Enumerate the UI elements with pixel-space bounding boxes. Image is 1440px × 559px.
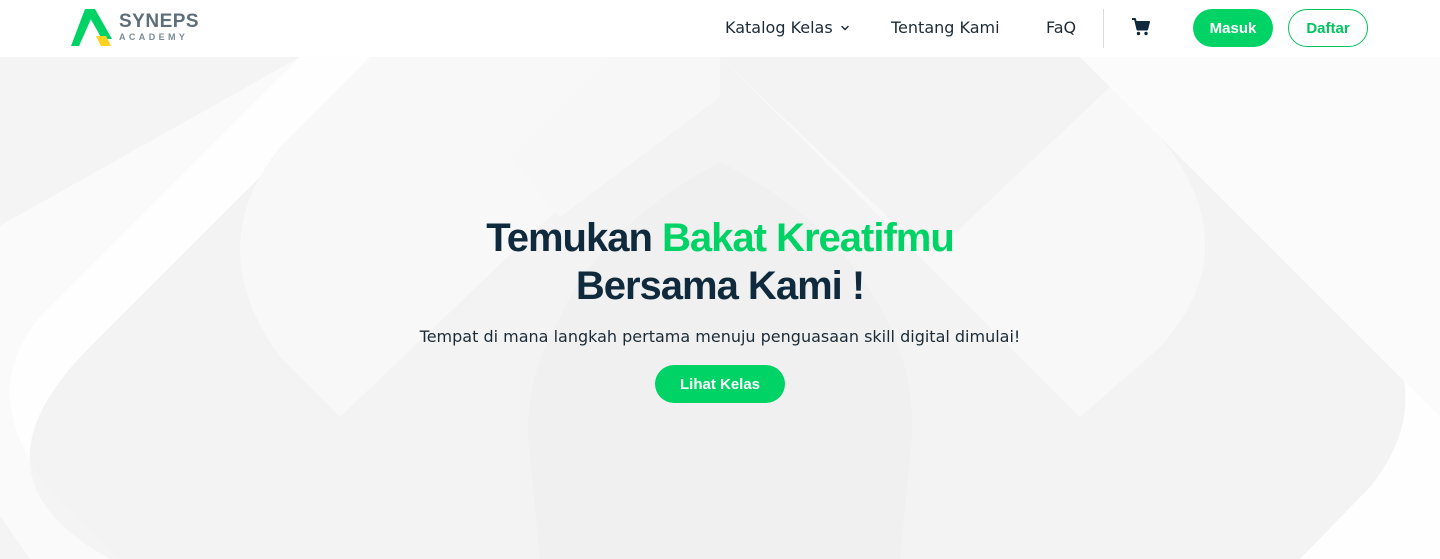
hero-section: Temukan Bakat Kreatifmu Bersama Kami ! T… (0, 57, 1440, 559)
logo-subname: ACADEMY (119, 32, 189, 42)
nav-tentang-kami[interactable]: Tentang Kami (891, 17, 1000, 39)
syneps-logo[interactable]: SYNEPS ACADEMY (71, 9, 199, 47)
nav-katalog-label: Katalog Kelas (725, 18, 833, 37)
logo-name: SYNEPS (119, 11, 200, 32)
masuk-button[interactable]: Masuk (1193, 9, 1273, 47)
hero-subtitle: Tempat di mana langkah pertama menuju pe… (419, 327, 1021, 346)
nav-katalog-kelas[interactable]: Katalog Kelas (725, 17, 850, 39)
nav-divider (1103, 9, 1104, 48)
hero-title-line2: Bersama Kami ! (575, 264, 865, 308)
daftar-button[interactable]: Daftar (1288, 9, 1368, 47)
hero-title-part1: Temukan (486, 216, 653, 260)
navbar: SYNEPS ACADEMY Katalog Kelas Tentang Kam… (0, 0, 1440, 57)
hero-title-accent: Bakat Kreatifmu (662, 216, 955, 260)
lihat-kelas-button[interactable]: Lihat Kelas (655, 365, 785, 403)
cart-icon[interactable] (1131, 17, 1151, 37)
hero-title-line1: Temukan Bakat Kreatifmu (0, 214, 1440, 262)
nav-faq[interactable]: FaQ (1046, 17, 1076, 39)
logo-text: SYNEPS ACADEMY (119, 11, 200, 43)
hero-title: Temukan Bakat Kreatifmu Bersama Kami ! (0, 214, 1440, 310)
logo-mark-icon (71, 9, 112, 46)
chevron-down-icon (840, 25, 849, 31)
